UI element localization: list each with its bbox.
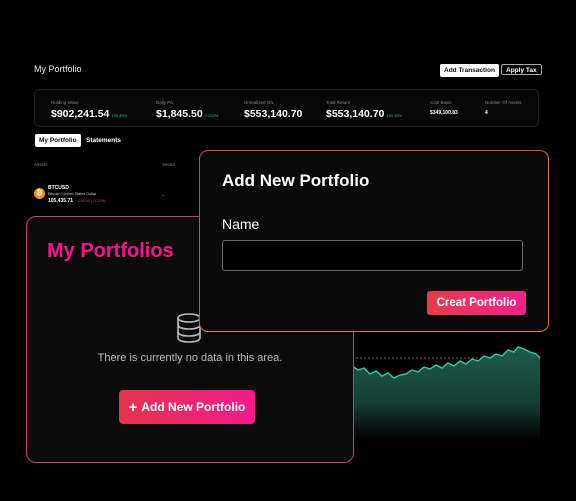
chart-area <box>352 347 540 440</box>
name-label: Name <box>222 216 260 232</box>
stat-total-return: Total Return $553,140.70 199.45% <box>326 100 403 120</box>
asset-price: 105,435.71 <box>48 198 74 204</box>
asset-name: Bitcoin / United States Dollar <box>48 192 97 196</box>
create-portfolio-button[interactable]: Creat Portfolio <box>427 291 526 315</box>
add-transaction-button[interactable]: Add Transaction <box>440 64 499 77</box>
modal-title: Add New Portfolio <box>222 171 370 190</box>
add-portfolio-modal: Add New Portfolio Name Creat Portfolio <box>199 150 549 332</box>
stat-number-of-assets: Number Of Assets 4 <box>485 100 522 116</box>
stat-unrealized: Unrealized G/L $553,140.70 <box>244 100 303 120</box>
plus-icon: + <box>128 398 138 416</box>
panel-title: My Portfolios <box>47 240 174 262</box>
add-new-portfolio-label: Add New Portfolio <box>141 400 246 414</box>
stat-change: 199.45% <box>386 113 403 118</box>
add-new-portfolio-button[interactable]: + Add New Portfolio <box>119 390 255 424</box>
table-row[interactable]: ₿ BTCUSD Bitcoin / United States Dollar … <box>34 182 204 206</box>
bitcoin-icon: ₿ <box>34 188 45 199</box>
page-title: My Portfolio <box>34 64 82 74</box>
tab-statements[interactable]: Statements <box>82 134 125 147</box>
stat-holding-value: Holding Value $902,241.54 199.45% <box>51 100 128 120</box>
asset-change: -236.00 (-0.22%) <box>77 198 106 203</box>
stat-change: 199.45% <box>111 113 128 118</box>
portfolio-area-chart <box>352 346 541 440</box>
stat-daily-pl: Daily P/L $1,845.50 0.202% <box>156 100 219 120</box>
column-header-assets: Assets <box>34 162 48 167</box>
asset-symbol: BTCUSD <box>48 185 69 191</box>
empty-state-text: There is currently no data in this area. <box>97 352 283 364</box>
column-header-sector: Sector <box>162 162 176 167</box>
portfolio-name-input[interactable] <box>222 240 523 271</box>
apply-tax-button[interactable]: Apply Tax <box>501 64 542 75</box>
stats-bar: Holding Value $902,241.54 199.45% Daily P… <box>34 89 539 127</box>
stat-cost-basis: Cost Basis $349,100.83 <box>430 100 458 116</box>
tab-my-portfolio[interactable]: My Portfolio <box>35 134 81 147</box>
stat-change: 0.202% <box>204 113 219 118</box>
asset-sector: - <box>162 193 164 199</box>
